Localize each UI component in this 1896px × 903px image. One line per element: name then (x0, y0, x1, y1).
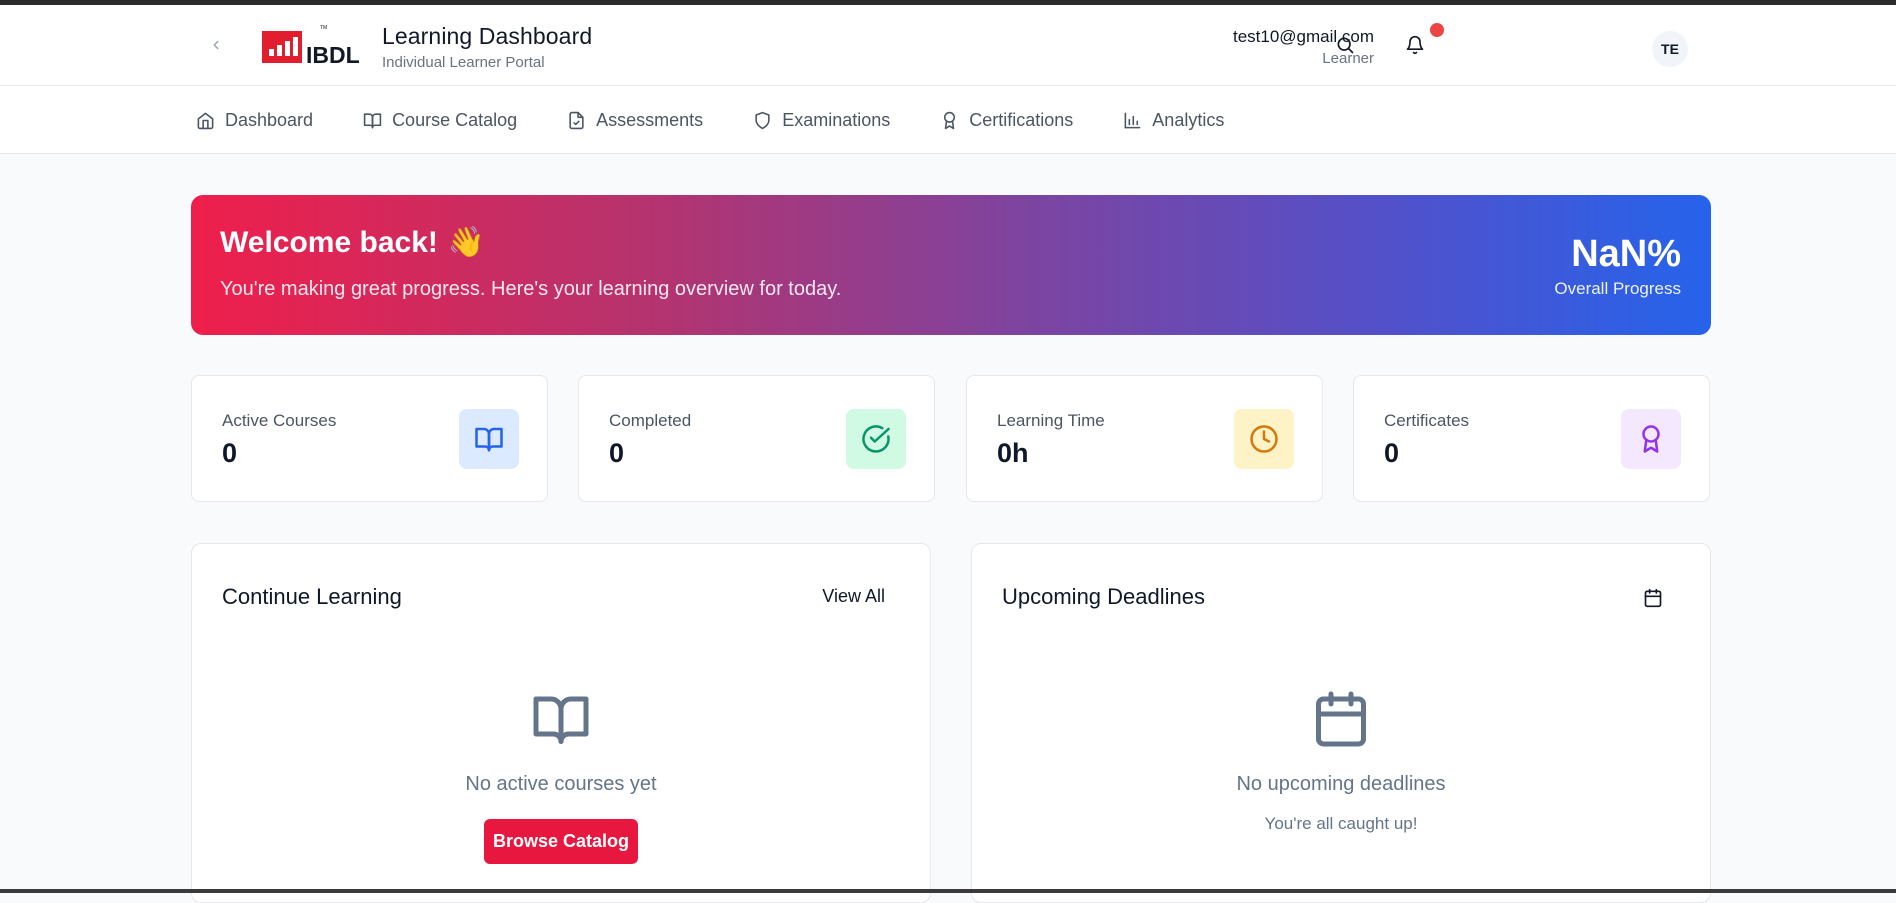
back-button[interactable] (202, 31, 230, 59)
book-icon (363, 112, 382, 128)
waving-hand-emoji: 👋 (447, 226, 486, 259)
calendar-button[interactable] (1640, 585, 1666, 611)
award-icon (1642, 425, 1660, 453)
stat-card-completed: Completed 0 (578, 375, 935, 502)
welcome-heading: Welcome back! 👋 (220, 225, 485, 260)
empty-state-text: No upcoming deadlines (1236, 773, 1446, 795)
calendar-icon (1644, 588, 1662, 608)
logo-text: IBDL (306, 42, 360, 68)
nav-item-certifications[interactable]: Certifications (940, 110, 1073, 131)
nav-label: Dashboard (225, 109, 314, 130)
stat-icon-box (1234, 409, 1294, 469)
user-info[interactable]: test10@gmail.com Learner (1233, 27, 1374, 67)
notification-badge (1430, 23, 1444, 37)
book-open-icon (533, 696, 589, 744)
title-block: Learning Dashboard Individual Learner Po… (382, 23, 592, 71)
window-bottom-border (0, 889, 1896, 893)
stat-label: Completed (609, 411, 692, 430)
stat-label: Learning Time (997, 411, 1105, 430)
panel-title: Continue Learning (222, 584, 402, 609)
chevron-left-icon (213, 40, 219, 50)
nav-item-examinations[interactable]: Examinations (753, 110, 890, 131)
nav-item-analytics[interactable]: Analytics (1123, 110, 1224, 131)
calendar-icon (1316, 691, 1366, 747)
browse-catalog-button[interactable]: Browse Catalog (484, 819, 638, 864)
user-role: Learner (1322, 50, 1374, 67)
continue-learning-panel: Continue Learning View All No active cou… (191, 543, 931, 903)
stat-icon-box (846, 409, 906, 469)
overall-progress-label: Overall Progress (1554, 279, 1681, 298)
stat-label: Active Courses (222, 411, 337, 430)
nav-item-assessments[interactable]: Assessments (567, 110, 703, 131)
welcome-subtitle: You're making great progress. Here's you… (220, 278, 842, 300)
stat-card-learning-time: Learning Time 0h (966, 375, 1323, 502)
notifications-button[interactable] (1398, 28, 1432, 62)
stat-value: 0 (222, 438, 238, 468)
nav-label: Course Catalog (392, 109, 518, 130)
svg-text:TM: TM (320, 25, 327, 31)
welcome-title: Welcome back! (220, 225, 438, 259)
award-icon (944, 111, 956, 129)
welcome-banner: Welcome back! 👋 You're making great prog… (191, 195, 1711, 335)
empty-state-text: No active courses yet (465, 773, 657, 795)
stat-card-certificates: Certificates 0 (1353, 375, 1710, 502)
bar-chart-icon (1124, 112, 1141, 128)
home-icon (197, 112, 214, 129)
stat-label: Certificates (1384, 411, 1470, 430)
stat-value: 0 (1384, 438, 1400, 468)
nav-label: Certifications (969, 109, 1074, 130)
ibdl-logo[interactable]: TM IBDL (262, 25, 366, 69)
page-title: Learning Dashboard (382, 23, 593, 49)
stat-value: 0h (997, 438, 1029, 468)
book-open-icon (475, 427, 503, 452)
file-check-icon (569, 111, 584, 129)
shield-icon (755, 111, 770, 129)
view-all-button[interactable]: View All (822, 586, 885, 607)
main-nav: Dashboard Course Catalog Assessments Exa… (0, 86, 1896, 154)
empty-state-subtext: You're all caught up! (1264, 814, 1418, 833)
nav-label: Examinations (782, 109, 891, 130)
nav-label: Assessments (596, 109, 704, 130)
upcoming-deadlines-panel: Upcoming Deadlines No upcoming deadlines… (971, 543, 1711, 903)
empty-state-icon-wrap (531, 689, 591, 754)
stat-value: 0 (609, 438, 625, 468)
stat-icon-box (459, 409, 519, 469)
page-subtitle: Individual Learner Portal (382, 54, 545, 71)
overall-progress-value: NaN% (1571, 233, 1681, 275)
nav-label: Analytics (1152, 109, 1225, 130)
clock-icon (1250, 425, 1278, 453)
bell-icon (1406, 35, 1424, 55)
stat-icon-box (1621, 409, 1681, 469)
avatar[interactable]: TE (1652, 31, 1688, 67)
stat-card-active-courses: Active Courses 0 (191, 375, 548, 502)
empty-state-icon-wrap (1311, 689, 1371, 754)
check-circle-icon (862, 425, 890, 453)
app-header: TM IBDL Learning Dashboard Individual Le… (0, 5, 1896, 86)
nav-item-course-catalog[interactable]: Course Catalog (363, 110, 517, 131)
user-email: test10@gmail.com (1232, 27, 1374, 46)
panel-title: Upcoming Deadlines (1002, 584, 1205, 609)
nav-item-dashboard[interactable]: Dashboard (196, 110, 313, 131)
